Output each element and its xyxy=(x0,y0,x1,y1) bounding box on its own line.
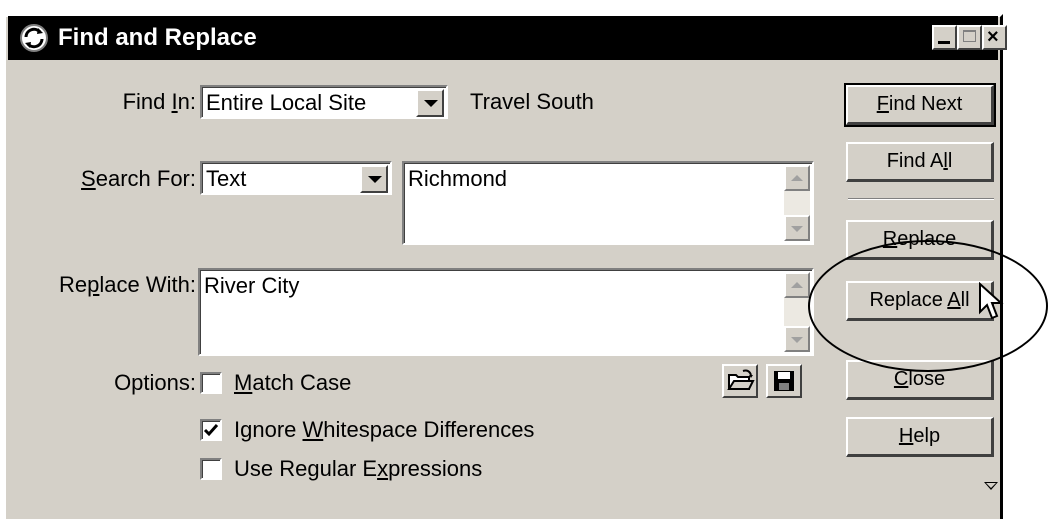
mouse-cursor-icon xyxy=(979,282,1004,320)
replace-with-label: Replace With: xyxy=(59,272,196,297)
find-in-label: Find In: xyxy=(122,89,196,114)
site-name: Travel South xyxy=(470,89,594,114)
find-replace-icon xyxy=(20,24,48,52)
find-in-dropdown[interactable]: Entire Local Site xyxy=(200,85,448,119)
find-all-button[interactable]: Find All xyxy=(846,142,994,182)
minimize-button[interactable] xyxy=(932,25,957,50)
minimize-icon xyxy=(938,41,950,44)
search-for-label: Search For: xyxy=(81,166,196,191)
maximize-button[interactable] xyxy=(957,25,982,50)
search-for-scrollbar[interactable] xyxy=(784,165,810,241)
scroll-up-button[interactable] xyxy=(784,272,810,298)
ignore-whitespace-checkbox[interactable] xyxy=(200,419,222,441)
replace-with-scrollbar[interactable] xyxy=(784,272,810,352)
find-next-button[interactable]: Find Next xyxy=(844,83,996,127)
floppy-disk-icon xyxy=(774,371,794,391)
replace-with-value: River City xyxy=(204,273,300,298)
match-case-label[interactable]: Match Case xyxy=(234,369,351,397)
highlight-ellipse xyxy=(808,240,1048,372)
scroll-down-button[interactable] xyxy=(784,215,810,241)
help-button[interactable]: Help xyxy=(846,417,994,457)
search-type-selected: Text xyxy=(206,166,247,191)
chevron-down-icon[interactable] xyxy=(360,165,388,193)
close-icon: × xyxy=(987,26,999,48)
checkmark-icon xyxy=(203,424,219,437)
regex-checkbox[interactable] xyxy=(200,458,222,480)
window-title: Find and Replace xyxy=(58,24,257,51)
options-label: Options: xyxy=(114,370,196,395)
load-query-button[interactable] xyxy=(722,364,758,398)
replace-with-input[interactable]: River City xyxy=(198,268,814,356)
chevron-down-icon[interactable] xyxy=(416,89,444,117)
save-query-button[interactable] xyxy=(766,364,802,398)
triangle-down-icon[interactable] xyxy=(984,482,998,490)
open-folder-icon xyxy=(727,369,755,390)
regex-label[interactable]: Use Regular Expressions xyxy=(234,455,482,483)
close-button[interactable]: × xyxy=(982,25,1007,50)
scroll-down-button[interactable] xyxy=(784,326,810,352)
search-type-dropdown[interactable]: Text xyxy=(200,161,392,195)
button-separator xyxy=(848,198,994,200)
maximize-icon xyxy=(963,30,976,42)
match-case-checkbox[interactable] xyxy=(200,372,222,394)
ignore-whitespace-label[interactable]: Ignore Whitespace Differences xyxy=(234,416,534,444)
title-bar[interactable]: Find and Replace × xyxy=(8,16,1007,60)
scroll-up-button[interactable] xyxy=(784,165,810,191)
search-for-input[interactable]: Richmond xyxy=(402,161,814,245)
search-for-value: Richmond xyxy=(408,166,508,191)
find-in-selected: Entire Local Site xyxy=(206,90,367,115)
